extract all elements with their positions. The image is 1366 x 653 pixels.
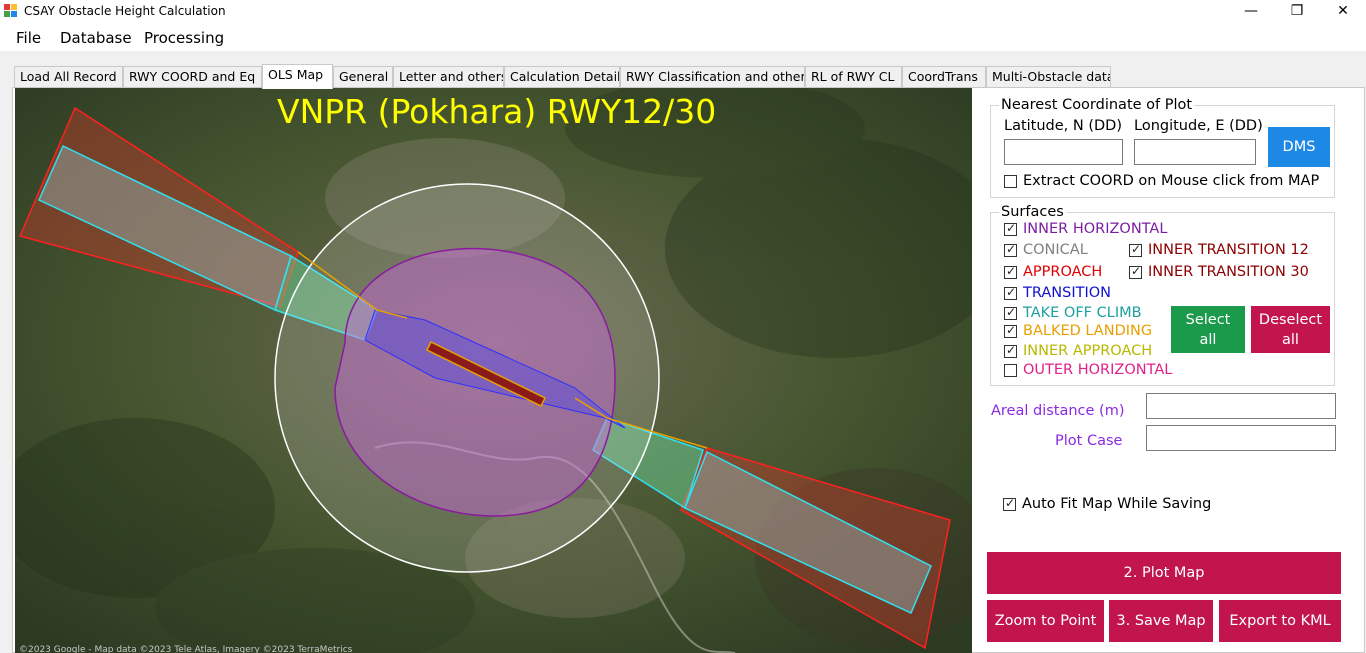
surface-label: INNER APPROACH (1023, 343, 1153, 359)
tab-rl-of-rwy-cl[interactable]: RL of RWY CL (805, 66, 902, 88)
surface-inner-horizontal[interactable]: INNER HORIZONTAL (1004, 220, 1167, 238)
checkbox-icon[interactable] (1004, 221, 1017, 236)
surface-outer-horizontal[interactable]: OUTER HORIZONTAL (1004, 361, 1172, 379)
extract-coord-label: Extract COORD on Mouse click from MAP (1023, 173, 1320, 189)
menu-bar: File Database Processing (0, 24, 1366, 51)
surface-transition[interactable]: TRANSITION (1004, 284, 1111, 302)
plot-case-input[interactable] (1146, 425, 1336, 451)
checkbox-icon[interactable] (1004, 323, 1017, 338)
tab-multi-obstacle-data[interactable]: Multi-Obstacle data (986, 66, 1111, 88)
plot-case-label: Plot Case (1055, 433, 1123, 449)
surface-conical[interactable]: CONICAL (1004, 241, 1088, 259)
longitude-label: Longitude, E (DD) (1134, 118, 1263, 134)
menu-processing[interactable]: Processing (144, 29, 224, 47)
surface-label: INNER TRANSITION 12 (1148, 242, 1309, 258)
latitude-input[interactable] (1004, 139, 1123, 165)
close-button[interactable]: ✕ (1320, 0, 1366, 24)
save-map-button[interactable]: 3. Save Map (1109, 600, 1213, 642)
surface-take-off-climb[interactable]: TAKE OFF CLIMB (1004, 304, 1142, 322)
surface-label: APPROACH (1023, 264, 1103, 280)
checkbox-icon[interactable] (1004, 242, 1017, 257)
surface-label: CONICAL (1023, 242, 1088, 258)
auto-fit-label: Auto Fit Map While Saving (1022, 496, 1212, 512)
minimize-button[interactable]: — (1228, 0, 1274, 24)
plot-map-button[interactable]: 2. Plot Map (987, 552, 1341, 594)
extract-coord-checkbox[interactable]: Extract COORD on Mouse click from MAP (1004, 172, 1319, 190)
menu-database[interactable]: Database (60, 29, 132, 47)
menu-file[interactable]: File (16, 29, 41, 47)
checkbox-icon[interactable] (1004, 343, 1017, 358)
maximize-button[interactable]: ❐ (1274, 0, 1320, 24)
surface-label: INNER TRANSITION 30 (1148, 264, 1309, 280)
surface-label: BALKED LANDING (1023, 323, 1153, 339)
app-icon (4, 4, 18, 18)
areal-distance-input[interactable] (1146, 393, 1336, 419)
surface-inner-approach[interactable]: INNER APPROACH (1004, 342, 1152, 360)
checkbox-icon[interactable] (1004, 285, 1017, 300)
surface-inner-transition-12[interactable]: INNER TRANSITION 12 (1129, 241, 1309, 259)
checkbox-icon[interactable] (1129, 264, 1142, 279)
export-kml-button[interactable]: Export to KML (1219, 600, 1341, 642)
tab-load-all-record[interactable]: Load All Record (14, 66, 123, 88)
tab-rwy-coord[interactable]: RWY COORD and Eq (123, 66, 262, 88)
checkbox-icon[interactable] (1129, 242, 1142, 257)
map-title: VNPR (Pokhara) RWY12/30 (277, 92, 717, 131)
tab-general[interactable]: General (333, 66, 393, 88)
tab-ols-map[interactable]: OLS Map (262, 64, 333, 89)
surface-label: INNER HORIZONTAL (1023, 221, 1168, 237)
tab-coordtrans[interactable]: CoordTrans (902, 66, 986, 88)
select-all-button[interactable]: Select all (1171, 306, 1245, 353)
map-credit: ©2023 Google - Map data ©2023 Tele Atlas… (19, 645, 353, 653)
checkbox-icon[interactable] (1004, 264, 1017, 279)
latitude-label: Latitude, N (DD) (1004, 118, 1122, 134)
surfaces-label: Surfaces (999, 204, 1066, 220)
surface-balked-landing[interactable]: BALKED LANDING (1004, 322, 1152, 340)
checkbox-icon[interactable] (1003, 496, 1016, 511)
surface-label: OUTER HORIZONTAL (1023, 362, 1173, 378)
surface-inner-transition-30[interactable]: INNER TRANSITION 30 (1129, 263, 1309, 281)
longitude-input[interactable] (1134, 139, 1256, 165)
areal-distance-label: Areal distance (m) (991, 403, 1125, 419)
checkbox-icon[interactable] (1004, 305, 1017, 320)
auto-fit-checkbox[interactable]: Auto Fit Map While Saving (1003, 495, 1211, 513)
deselect-all-button[interactable]: Deselect all (1251, 306, 1330, 353)
checkbox-icon[interactable] (1004, 363, 1017, 377)
window-title: CSAY Obstacle Height Calculation (24, 4, 226, 18)
title-bar: CSAY Obstacle Height Calculation — ❐ ✕ (0, 0, 1366, 24)
surface-label: TRANSITION (1023, 285, 1111, 301)
nearest-coordinate-label: Nearest Coordinate of Plot (999, 97, 1195, 113)
extract-coord-box[interactable] (1004, 174, 1017, 188)
tab-calculation-detail[interactable]: Calculation Detail (504, 66, 620, 88)
tab-letter-and-others[interactable]: Letter and others (393, 66, 504, 88)
surface-approach[interactable]: APPROACH (1004, 263, 1102, 281)
zoom-to-point-button[interactable]: Zoom to Point (987, 600, 1104, 642)
tab-rwy-classification[interactable]: RWY Classification and other (620, 66, 805, 88)
map-view[interactable]: VNPR (Pokhara) RWY12/30 ©2023 Google - M… (15, 88, 972, 653)
map-canvas (15, 88, 972, 653)
surface-label: TAKE OFF CLIMB (1023, 305, 1142, 321)
dms-button[interactable]: DMS (1268, 127, 1330, 167)
